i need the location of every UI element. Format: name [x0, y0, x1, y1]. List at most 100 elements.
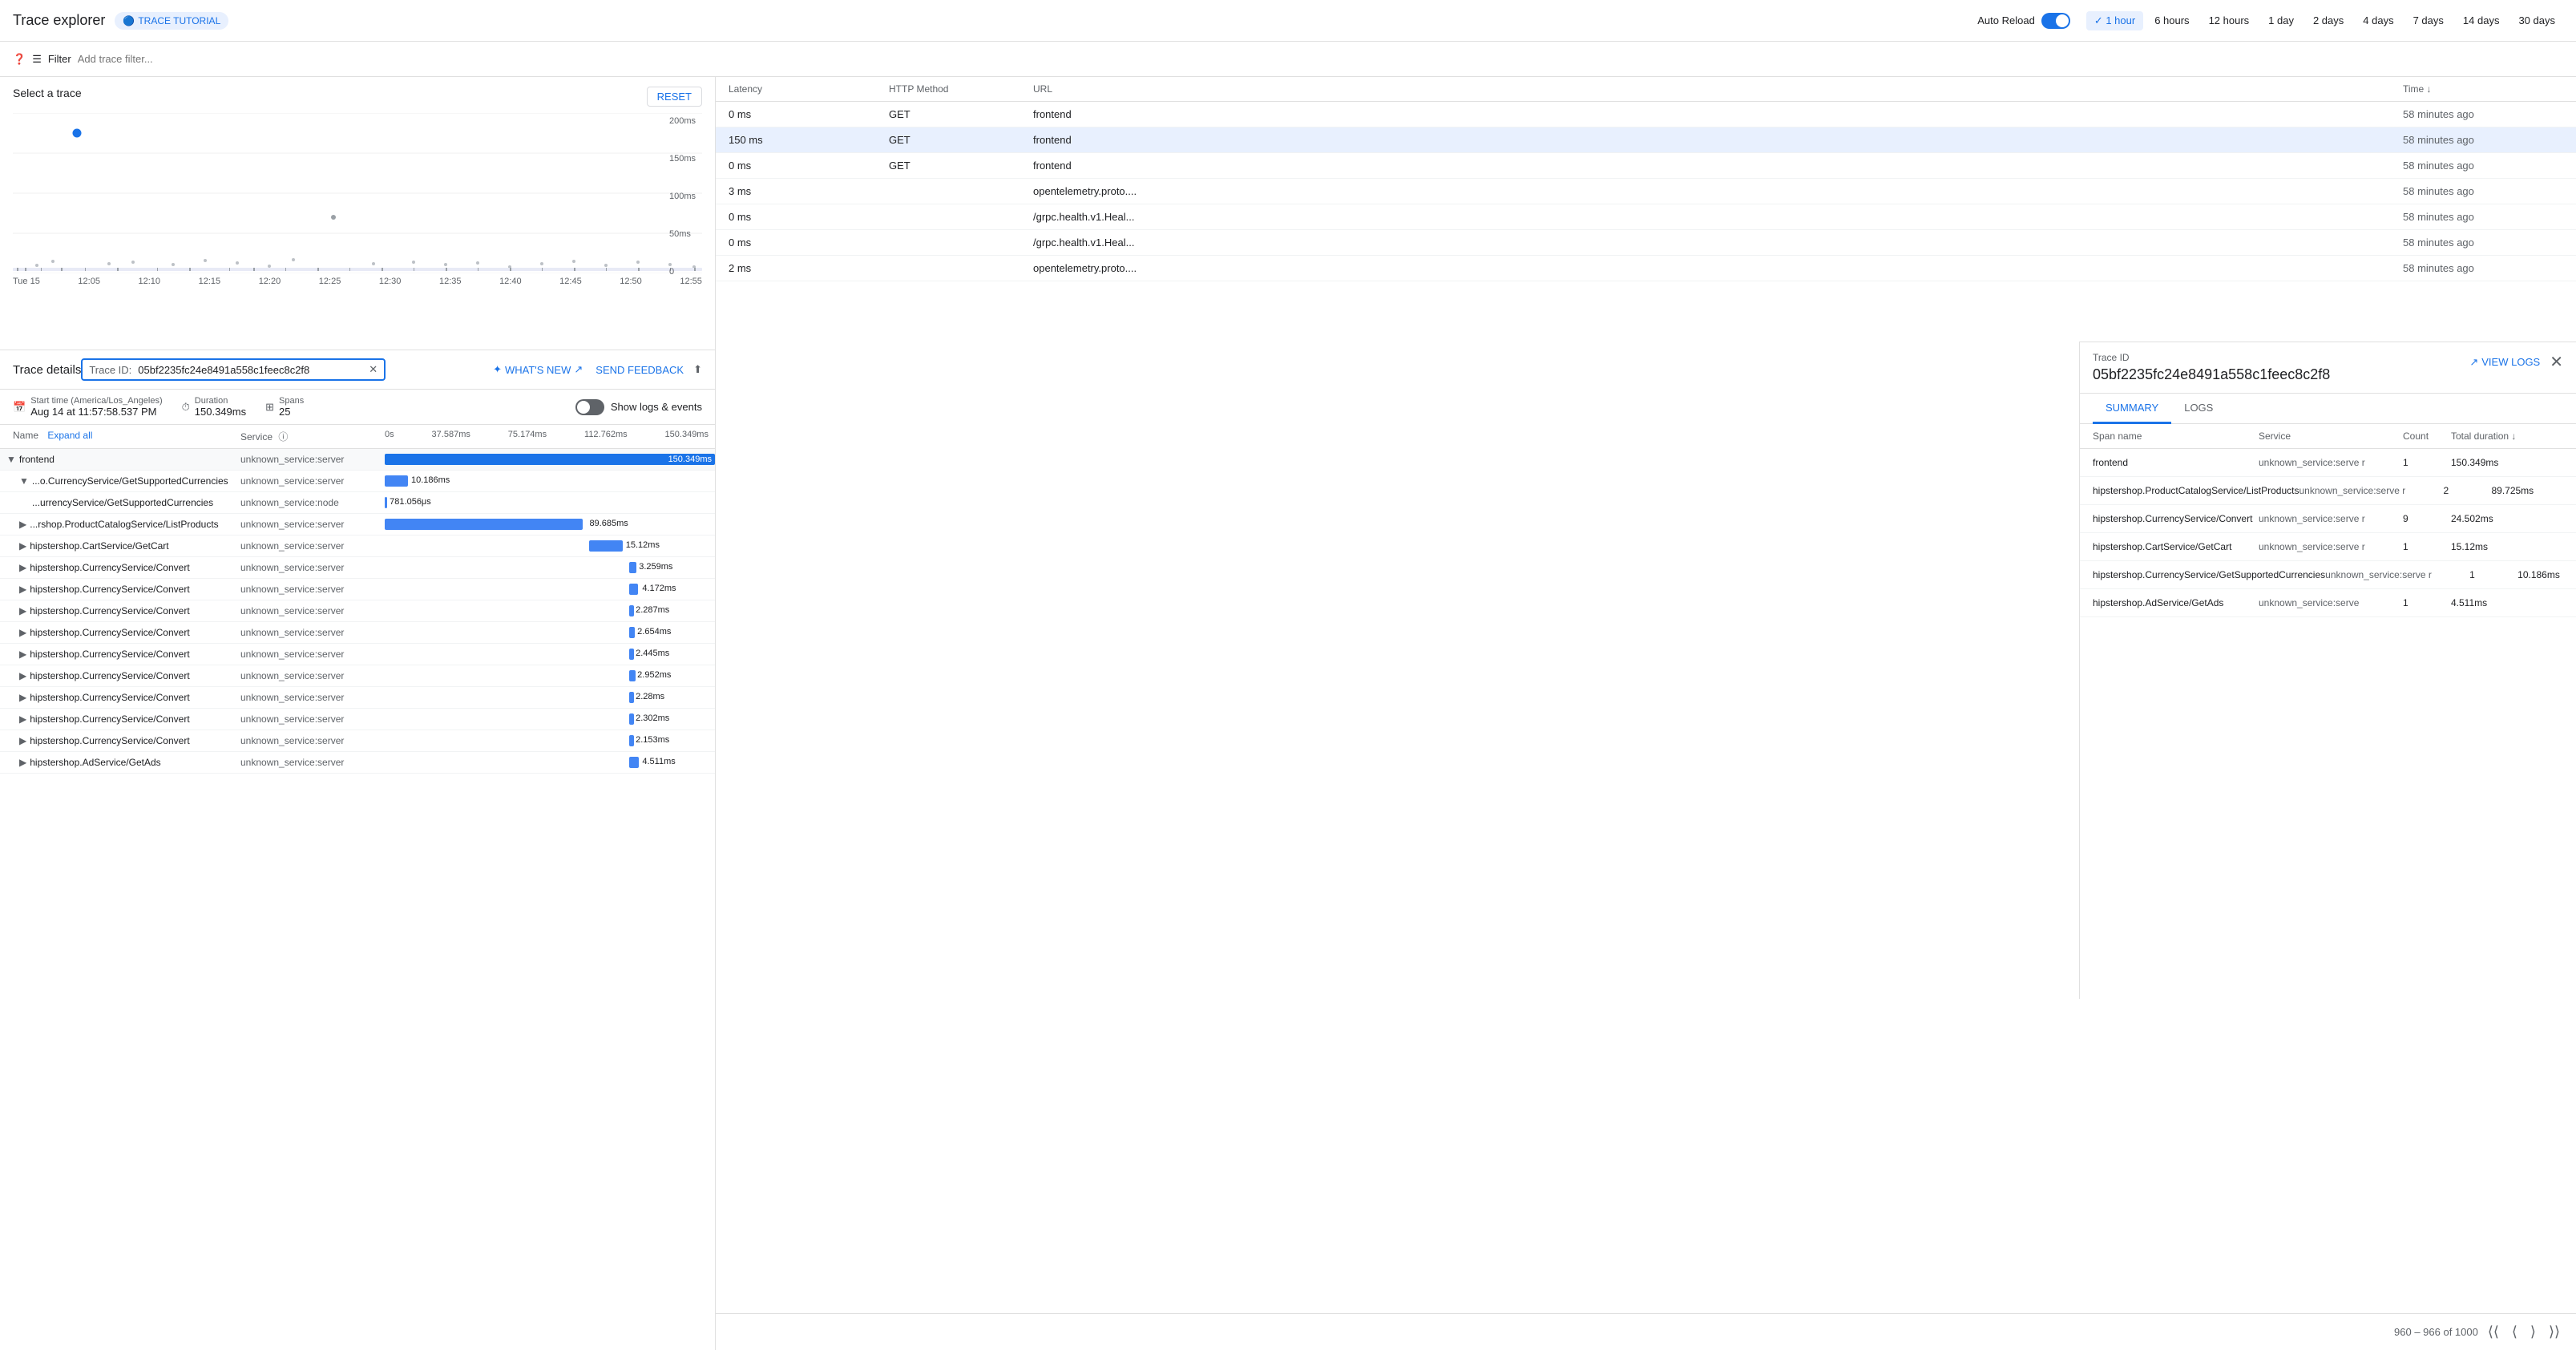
- span-duration: 2.302ms: [636, 713, 669, 723]
- logs-events-toggle[interactable]: Show logs & events: [575, 399, 702, 415]
- span-row-convert-4[interactable]: ▶ hipstershop.CurrencyService/Convert un…: [0, 622, 715, 644]
- send-feedback-button[interactable]: SEND FEEDBACK: [596, 364, 684, 376]
- detail-service: unknown_service:serve r: [2259, 541, 2403, 552]
- whats-new-button[interactable]: ✦ WHAT'S NEW ↗: [493, 363, 583, 376]
- trace-row[interactable]: 3 ms opentelemetry.proto.... 58 minutes …: [716, 179, 2576, 204]
- x-label-1245: 12:45: [559, 277, 582, 286]
- trace-details-section: Trace details Trace ID: ✕ ✦ WHAT'S NEW ↗…: [0, 350, 715, 1350]
- span-name-text: hipstershop.CurrencyService/Convert: [30, 649, 189, 660]
- last-page-button[interactable]: ⟩⟩: [2546, 1320, 2563, 1344]
- trace-row[interactable]: 0 ms GET frontend 58 minutes ago: [716, 153, 2576, 179]
- close-detail-button[interactable]: ✕: [2550, 352, 2563, 372]
- span-name-text: hipstershop.CurrencyService/Convert: [30, 713, 189, 725]
- span-duration: 89.685ms: [589, 519, 628, 528]
- x-label-1210: 12:10: [139, 277, 161, 286]
- span-duration: 4.172ms: [642, 584, 676, 593]
- prev-page-button[interactable]: ⟨: [2509, 1320, 2521, 1344]
- span-row-listproducts[interactable]: ▶ ...rshop.ProductCatalogService/ListPro…: [0, 514, 715, 536]
- col-time: Time ↓: [2403, 83, 2563, 95]
- trace-row[interactable]: 0 ms GET frontend 58 minutes ago: [716, 102, 2576, 127]
- span-expand-icon[interactable]: ▶: [19, 562, 26, 573]
- time-btn-1day[interactable]: 1 day: [2260, 11, 2302, 30]
- span-row-convert-2[interactable]: ▶ hipstershop.CurrencyService/Convert un…: [0, 579, 715, 600]
- expand-icon[interactable]: ⬆: [693, 363, 702, 376]
- span-expand-icon[interactable]: ▶: [19, 605, 26, 616]
- detail-count: 1: [2403, 541, 2451, 552]
- left-panel: Select a trace RESET 200ms 150ms 100ms 5…: [0, 77, 716, 1350]
- span-row-getcart[interactable]: ▶ hipstershop.CartService/GetCart unknow…: [0, 536, 715, 557]
- time-btn-14days[interactable]: 14 days: [2455, 11, 2508, 30]
- span-expand-icon[interactable]: ▶: [19, 670, 26, 681]
- span-expand-icon[interactable]: ▶: [19, 735, 26, 746]
- detail-service: unknown_service:serve r: [2259, 513, 2403, 524]
- span-expand-icon[interactable]: ▼: [6, 454, 16, 465]
- span-expand-icon[interactable]: ▶: [19, 519, 26, 530]
- col-span-name: Span name: [2093, 430, 2259, 442]
- span-expand-icon[interactable]: ▶: [19, 692, 26, 703]
- expand-all-button[interactable]: Expand all: [47, 430, 92, 441]
- time-btn-6hours[interactable]: 6 hours: [2146, 11, 2197, 30]
- trace-details-title: Trace details: [13, 363, 81, 377]
- span-name-text: hipstershop.CurrencyService/Convert: [30, 584, 189, 595]
- trace-row[interactable]: 0 ms /grpc.health.v1.Heal... 58 minutes …: [716, 230, 2576, 256]
- view-logs-button[interactable]: ↗ VIEW LOGS: [2469, 356, 2540, 369]
- span-row-convert-7[interactable]: ▶ hipstershop.CurrencyService/Convert un…: [0, 687, 715, 709]
- span-row-convert-5[interactable]: ▶ hipstershop.CurrencyService/Convert un…: [0, 644, 715, 665]
- x-label-1240: 12:40: [499, 277, 522, 286]
- trace-chart[interactable]: [13, 113, 702, 273]
- span-row-convert-9[interactable]: ▶ hipstershop.CurrencyService/Convert un…: [0, 730, 715, 752]
- span-service-text: unknown_service:server: [240, 562, 385, 573]
- span-expand-icon[interactable]: ▶: [19, 540, 26, 552]
- trace-row[interactable]: 2 ms opentelemetry.proto.... 58 minutes …: [716, 256, 2576, 281]
- time-btn-1hour[interactable]: ✓ 1 hour: [2086, 11, 2143, 30]
- filter-input[interactable]: [78, 53, 2563, 65]
- service-help-icon: ⓘ: [278, 431, 288, 443]
- logs-toggle-switch[interactable]: [575, 399, 604, 415]
- trace-row[interactable]: 0 ms /grpc.health.v1.Heal... 58 minutes …: [716, 204, 2576, 230]
- time-btn-30days[interactable]: 30 days: [2510, 11, 2563, 30]
- span-row-frontend[interactable]: ▼ frontend unknown_service:server 150.34…: [0, 449, 715, 471]
- span-expand-icon[interactable]: ▶: [19, 649, 26, 660]
- tab-summary[interactable]: SUMMARY: [2093, 394, 2171, 424]
- span-name-text: ...rshop.ProductCatalogService/ListProdu…: [30, 519, 218, 530]
- span-row-getcurrencies[interactable]: ▼ ...o.CurrencyService/GetSupportedCurre…: [0, 471, 715, 492]
- span-row-node-currencies[interactable]: ...urrencyService/GetSupportedCurrencies…: [0, 492, 715, 514]
- time-btn-7days[interactable]: 7 days: [2405, 11, 2452, 30]
- pagination-info: 960 – 966 of 1000: [2394, 1326, 2478, 1338]
- detail-count: 1: [2403, 457, 2451, 468]
- time-btn-2days[interactable]: 2 days: [2305, 11, 2352, 30]
- span-expand-icon[interactable]: ▶: [19, 757, 26, 768]
- span-expand-icon[interactable]: ▶: [19, 584, 26, 595]
- trace-row-selected[interactable]: 150 ms GET frontend 58 minutes ago: [716, 127, 2576, 153]
- span-duration: 10.186ms: [411, 475, 450, 485]
- span-expand-icon[interactable]: ▶: [19, 627, 26, 638]
- auto-reload-toggle[interactable]: [2041, 13, 2070, 29]
- trace-id-input[interactable]: [138, 364, 362, 376]
- tutorial-icon: 🔵: [123, 15, 135, 26]
- tutorial-badge[interactable]: 🔵 TRACE TUTORIAL: [115, 12, 228, 30]
- detail-count: 9: [2403, 513, 2451, 524]
- calendar-icon: 📅: [13, 401, 26, 414]
- clear-trace-id-icon[interactable]: ✕: [369, 363, 378, 376]
- detail-row-listproducts: hipstershop.ProductCatalogService/ListPr…: [2080, 477, 2576, 505]
- time-btn-4days[interactable]: 4 days: [2355, 11, 2401, 30]
- detail-span-name: hipstershop.AdService/GetAds: [2093, 597, 2259, 608]
- span-row-convert-1[interactable]: ▶ hipstershop.CurrencyService/Convert un…: [0, 557, 715, 579]
- span-duration: 2.28ms: [636, 692, 664, 701]
- next-page-button[interactable]: ⟩: [2527, 1320, 2539, 1344]
- span-row-convert-6[interactable]: ▶ hipstershop.CurrencyService/Convert un…: [0, 665, 715, 687]
- span-expand-icon[interactable]: ▶: [19, 713, 26, 725]
- span-row-getads[interactable]: ▶ hipstershop.AdService/GetAds unknown_s…: [0, 752, 715, 774]
- first-page-button[interactable]: ⟨⟨: [2485, 1320, 2502, 1344]
- reset-button[interactable]: RESET: [647, 87, 702, 107]
- time-btn-12hours[interactable]: 12 hours: [2201, 11, 2258, 30]
- tutorial-label: TRACE TUTORIAL: [138, 15, 220, 26]
- span-name-text: hipstershop.CurrencyService/Convert: [30, 605, 189, 616]
- span-expand-icon[interactable]: ▼: [19, 475, 29, 487]
- span-row-convert-8[interactable]: ▶ hipstershop.CurrencyService/Convert un…: [0, 709, 715, 730]
- trace-method: [889, 236, 1033, 249]
- span-row-convert-3[interactable]: ▶ hipstershop.CurrencyService/Convert un…: [0, 600, 715, 622]
- tab-logs[interactable]: LOGS: [2171, 394, 2226, 424]
- span-name-text: hipstershop.CurrencyService/Convert: [30, 735, 189, 746]
- trace-latency: 0 ms: [729, 211, 889, 223]
